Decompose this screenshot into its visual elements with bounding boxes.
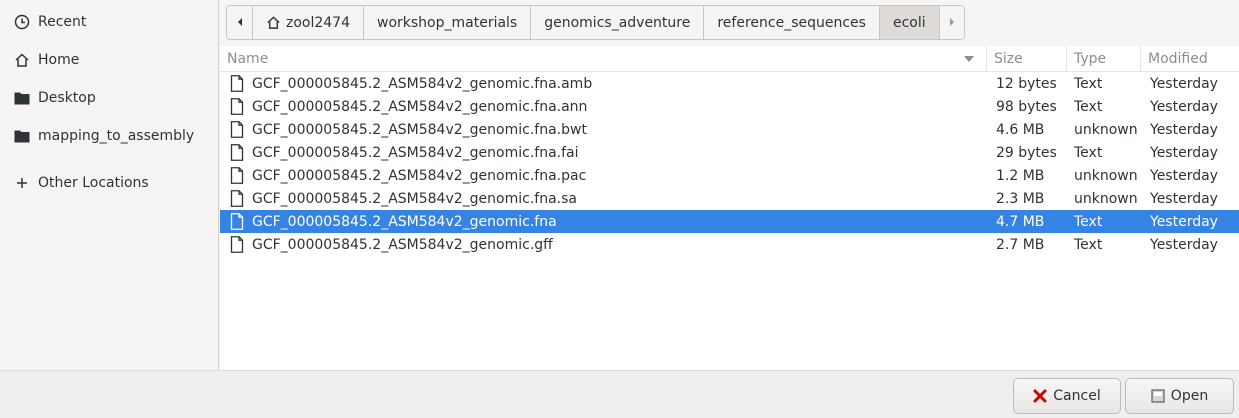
open-document-icon: [1151, 389, 1165, 403]
file-row[interactable]: GCF_000005845.2_ASM584v2_genomic.fna.bwt…: [220, 118, 1239, 141]
text-file-icon: [230, 213, 244, 230]
chevron-left-icon: [236, 15, 244, 31]
text-file-icon: [230, 236, 244, 253]
file-type: Text: [1074, 236, 1103, 253]
file-name: GCF_000005845.2_ASM584v2_genomic.fna.fai: [252, 144, 579, 161]
file-modified: Yesterday: [1150, 213, 1218, 230]
breadcrumb-reference-sequences[interactable]: reference_sequences: [703, 6, 879, 39]
sidebar-item-label: mapping_to_assembly: [38, 128, 195, 144]
file-type: unknown: [1074, 190, 1138, 207]
column-header-label: Type: [1074, 51, 1107, 67]
text-file-icon: [230, 144, 244, 161]
file-name: GCF_000005845.2_ASM584v2_genomic.fna.pac: [252, 167, 587, 184]
file-modified: Yesterday: [1150, 121, 1218, 138]
open-button-label: Open: [1170, 388, 1209, 404]
home-icon: [13, 52, 31, 68]
file-row[interactable]: GCF_000005845.2_ASM584v2_genomic.fna.ann…: [220, 95, 1239, 118]
sidebar-item-label: Home: [38, 52, 80, 68]
path-scroll-left-button[interactable]: [227, 6, 252, 39]
sidebar-item-home[interactable]: Home: [0, 42, 218, 78]
column-header-label: Size: [994, 51, 1023, 67]
sidebar-item-recent[interactable]: Recent: [0, 4, 218, 40]
text-file-icon: [230, 167, 244, 184]
file-type: Text: [1074, 98, 1103, 115]
breadcrumb-ecoli[interactable]: ecoli: [878, 6, 939, 39]
column-header-label: Modified: [1148, 51, 1208, 67]
file-size: 29 bytes: [996, 144, 1057, 161]
file-type: Text: [1074, 213, 1103, 230]
cancel-button[interactable]: Cancel: [1013, 378, 1121, 414]
file-size: 1.2 MB: [996, 167, 1045, 184]
cancel-icon: [1033, 389, 1047, 403]
file-type: Text: [1074, 75, 1103, 92]
sidebar-item-desktop[interactable]: Desktop: [0, 80, 218, 116]
column-header-label: Name: [227, 51, 269, 67]
breadcrumb-label: reference_sequences: [717, 14, 866, 31]
file-row[interactable]: GCF_000005845.2_ASM584v2_genomic.gff 2.7 …: [220, 233, 1239, 256]
file-row[interactable]: GCF_000005845.2_ASM584v2_genomic.fna.sa 2…: [220, 187, 1239, 210]
sidebar-item-label: Desktop: [38, 90, 96, 106]
file-list: Name Size Type Modified GCF_000005845.2_…: [220, 46, 1239, 370]
file-row[interactable]: GCF_000005845.2_ASM584v2_genomic.fna 4.7 …: [220, 210, 1239, 233]
file-name: GCF_000005845.2_ASM584v2_genomic.fna.sa: [252, 190, 577, 207]
breadcrumb-home[interactable]: zool2474: [252, 6, 363, 39]
file-size: 4.6 MB: [996, 121, 1045, 138]
file-name: GCF_000005845.2_ASM584v2_genomic.gff: [252, 236, 553, 253]
cancel-button-label: Cancel: [1053, 388, 1101, 404]
breadcrumb-label: workshop_materials: [377, 14, 518, 31]
path-bar: zool2474 workshop_materials genomics_adv…: [226, 5, 965, 40]
places-sidebar: Recent Home Desktop mapping_to_assembly …: [0, 0, 219, 370]
chevron-right-icon: [948, 15, 956, 31]
column-header-modified[interactable]: Modified: [1141, 46, 1239, 72]
file-modified: Yesterday: [1150, 167, 1218, 184]
file-modified: Yesterday: [1150, 236, 1218, 253]
clock-icon: [13, 14, 31, 30]
file-modified: Yesterday: [1150, 75, 1218, 92]
sidebar-item-other-locations[interactable]: Other Locations: [0, 165, 218, 201]
text-file-icon: [230, 98, 244, 115]
file-size: 98 bytes: [996, 98, 1057, 115]
file-size: 2.7 MB: [996, 236, 1045, 253]
file-modified: Yesterday: [1150, 98, 1218, 115]
column-header-size[interactable]: Size: [987, 46, 1067, 72]
breadcrumb-label: zool2474: [286, 14, 350, 31]
column-header-name[interactable]: Name: [220, 46, 987, 72]
file-name: GCF_000005845.2_ASM584v2_genomic.fna.amb: [252, 75, 593, 92]
file-row[interactable]: GCF_000005845.2_ASM584v2_genomic.fna.pac…: [220, 164, 1239, 187]
breadcrumb-workshop-materials[interactable]: workshop_materials: [363, 6, 531, 39]
file-type: unknown: [1074, 167, 1138, 184]
file-type: Text: [1074, 144, 1103, 161]
file-size: 2.3 MB: [996, 190, 1045, 207]
file-name: GCF_000005845.2_ASM584v2_genomic.fna.bwt: [252, 121, 587, 138]
sidebar-item-mapping-to-assembly[interactable]: mapping_to_assembly: [0, 118, 218, 154]
file-row[interactable]: GCF_000005845.2_ASM584v2_genomic.fna.amb…: [220, 72, 1239, 95]
breadcrumb-label: ecoli: [892, 14, 926, 31]
breadcrumb-genomics-adventure[interactable]: genomics_adventure: [530, 6, 704, 39]
file-modified: Yesterday: [1150, 144, 1218, 161]
dialog-action-bar: Cancel Open: [0, 370, 1239, 418]
plus-icon: [13, 175, 31, 191]
file-list-header: Name Size Type Modified: [220, 46, 1239, 72]
file-name: GCF_000005845.2_ASM584v2_genomic.fna.ann: [252, 98, 588, 115]
sidebar-item-label: Recent: [38, 14, 87, 30]
text-file-icon: [230, 75, 244, 92]
file-type: unknown: [1074, 121, 1138, 138]
sidebar-item-label: Other Locations: [38, 175, 149, 191]
text-file-icon: [230, 190, 244, 207]
folder-icon: [13, 128, 31, 144]
file-size: 4.7 MB: [996, 213, 1045, 230]
file-modified: Yesterday: [1150, 190, 1218, 207]
folder-icon: [13, 90, 31, 106]
home-icon: [266, 15, 281, 30]
text-file-icon: [230, 121, 244, 138]
sort-descending-icon: [964, 56, 974, 62]
file-name: GCF_000005845.2_ASM584v2_genomic.fna: [252, 213, 557, 230]
open-button[interactable]: Open: [1125, 378, 1234, 414]
column-header-type[interactable]: Type: [1067, 46, 1141, 72]
file-row[interactable]: GCF_000005845.2_ASM584v2_genomic.fna.fai…: [220, 141, 1239, 164]
breadcrumb-label: genomics_adventure: [544, 14, 691, 31]
file-size: 12 bytes: [996, 75, 1057, 92]
path-scroll-right-button[interactable]: [938, 6, 964, 39]
